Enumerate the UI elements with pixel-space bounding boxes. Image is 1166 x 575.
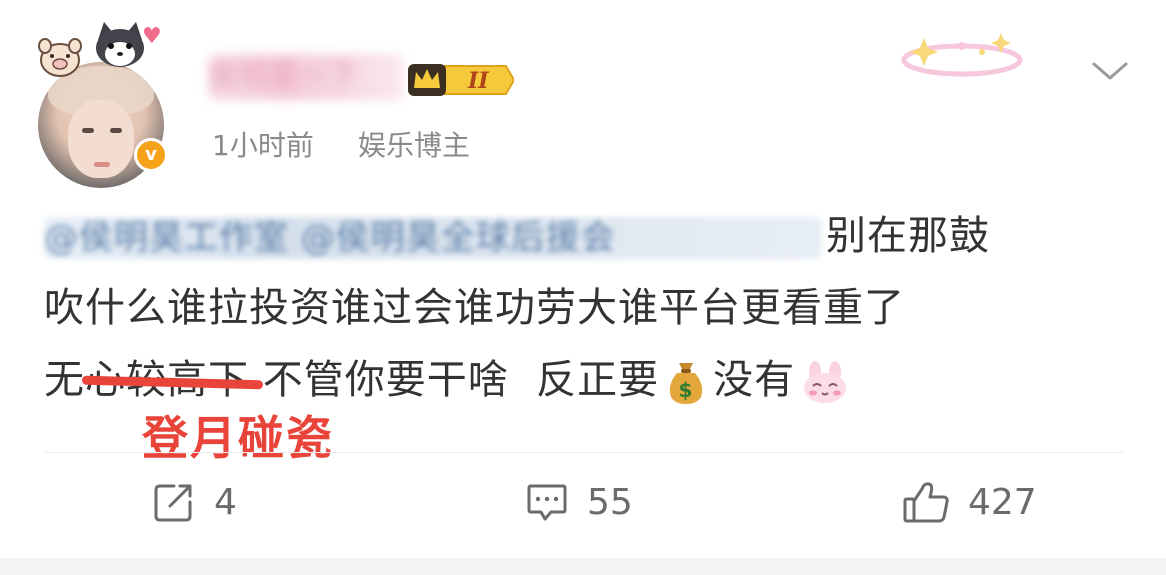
content-text-3b: 不管你要干啥 反正要 bbox=[249, 357, 660, 403]
bottom-separator bbox=[0, 558, 1166, 575]
chevron-down-icon[interactable] bbox=[1090, 56, 1130, 86]
repost-button[interactable]: 4 bbox=[152, 478, 237, 526]
content-line-1: @侯明昊工作室 @侯明昊全球后援会 别在那鼓 bbox=[44, 200, 1134, 272]
like-count: 427 bbox=[968, 481, 1037, 523]
divider bbox=[44, 452, 1124, 453]
verified-badge: v bbox=[134, 138, 168, 172]
content-text-3c: 没有 bbox=[713, 357, 796, 403]
author-name[interactable]: 侯明昊一下 bbox=[208, 54, 404, 100]
comment-icon bbox=[527, 484, 567, 521]
vip-level-label: II bbox=[467, 68, 489, 94]
repost-count: 4 bbox=[214, 481, 237, 523]
mention-links[interactable]: @侯明昊工作室 @侯明昊全球后援会 bbox=[44, 217, 822, 259]
avatar-eye-left bbox=[82, 128, 94, 133]
comment-button[interactable]: 55 bbox=[525, 478, 633, 526]
red-annotation: 登月碰瓷 bbox=[142, 411, 334, 465]
thumbs-up-icon bbox=[903, 482, 949, 523]
like-button[interactable]: 427 bbox=[902, 478, 1037, 526]
heart-pendant-icon: ♥ bbox=[142, 24, 162, 49]
dog-pendant-icon bbox=[96, 22, 144, 67]
post-content: @侯明昊工作室 @侯明昊全球后援会 别在那鼓 吹什么谁拉投资谁过会谁功劳大谁平台更… bbox=[44, 200, 1134, 416]
avatar-mouth bbox=[94, 162, 110, 167]
post-time: 1小时前 bbox=[212, 129, 314, 162]
content-line-2: 吹什么谁拉投资谁过会谁功劳大谁平台更看重了 bbox=[44, 285, 905, 331]
bunny-face-icon bbox=[804, 361, 847, 403]
content-text-1: 别在那鼓 bbox=[826, 213, 990, 259]
vip-crown-badge[interactable]: II bbox=[406, 60, 514, 100]
avatar-group[interactable]: ♥ v bbox=[36, 22, 186, 188]
comment-count: 55 bbox=[587, 481, 633, 523]
money-bag-icon: $ bbox=[670, 363, 703, 404]
repost-icon bbox=[154, 484, 192, 522]
author-category: 娱乐博主 bbox=[358, 129, 471, 162]
pig-pendant-icon bbox=[38, 38, 82, 77]
svg-text:$: $ bbox=[679, 378, 694, 402]
avatar-eye-right bbox=[110, 128, 122, 133]
decorative-card-icon bbox=[901, 33, 1023, 77]
